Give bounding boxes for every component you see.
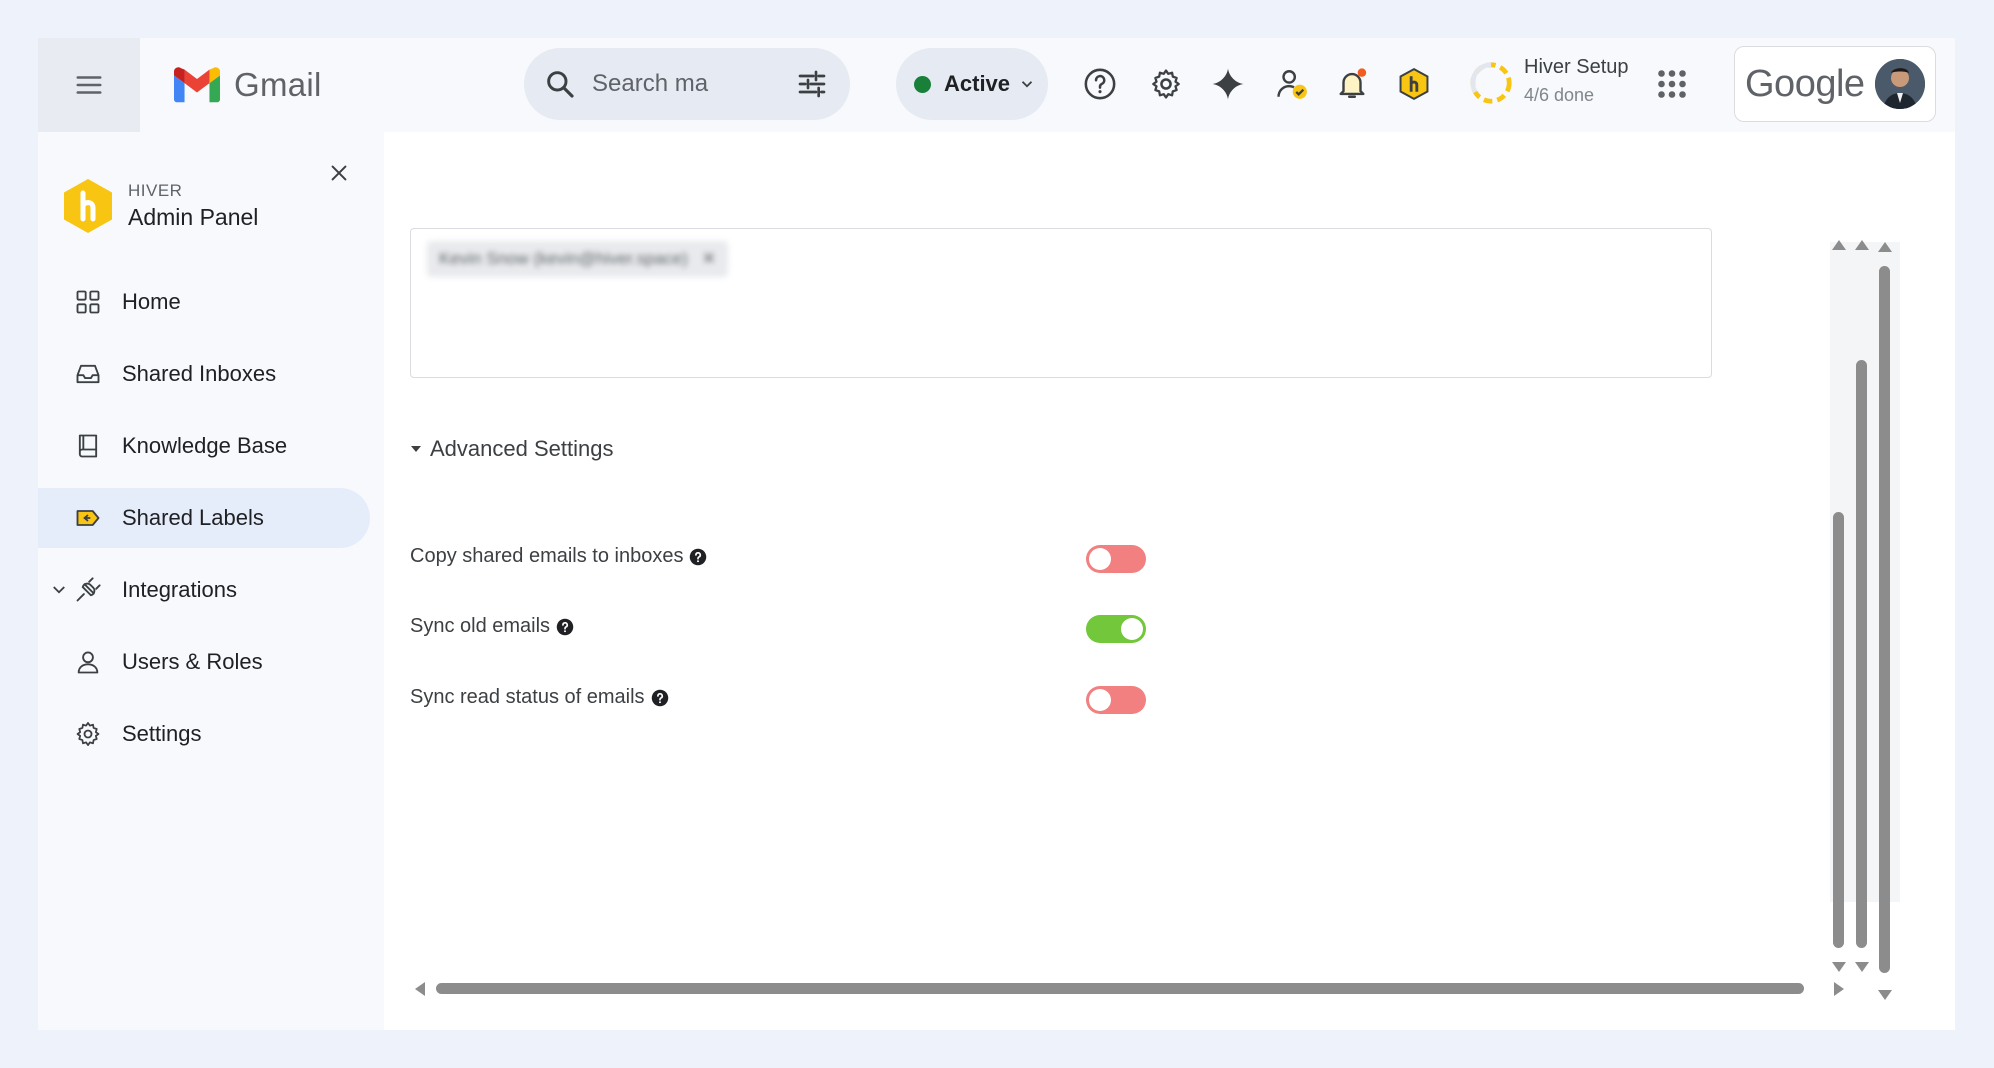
status-dropdown[interactable]: Active (896, 48, 1048, 120)
scroll-down-arrow[interactable] (1878, 990, 1892, 1000)
bell-icon (1339, 68, 1367, 98)
brand-subtitle: HIVER (128, 181, 183, 200)
caret-down-icon (411, 446, 421, 452)
copy-shared-emails-toggle[interactable] (1086, 545, 1146, 573)
vertical-scrollbar-thumb-2[interactable] (1856, 360, 1867, 948)
scroll-down-arrow[interactable] (1832, 962, 1846, 972)
hiver-brand: HIVER Admin Panel (62, 178, 258, 234)
search-input[interactable]: Search ma (592, 70, 796, 98)
toggle-knob (1089, 548, 1111, 570)
sidebar-item-label: Knowledge Base (122, 433, 288, 458)
close-icon[interactable] (328, 162, 350, 184)
gear-icon (1152, 69, 1180, 99)
advanced-settings-toggle[interactable]: Advanced Settings (410, 436, 613, 462)
horizontal-scrollbar-thumb[interactable] (436, 983, 1804, 994)
hiver-logo-icon (64, 179, 112, 233)
sidebar-item-label: Settings (122, 721, 202, 746)
sidebar-item-integrations[interactable]: Integrations (38, 560, 370, 620)
scroll-down-arrow[interactable] (1855, 962, 1869, 972)
setup-progress-text: 4/6 done (1524, 85, 1595, 105)
vertical-scrollbar-thumb-1[interactable] (1833, 512, 1844, 948)
app-window: Gmail Search ma Active Hiver Setup 4/6 d… (38, 38, 1955, 1030)
notifications-button[interactable] (1334, 66, 1370, 102)
sidebar-item-knowledge-base[interactable]: Knowledge Base (38, 416, 370, 476)
inbox-icon (76, 364, 100, 384)
panel-title: Admin Panel (128, 204, 259, 230)
members-input[interactable]: Kevin Snow (kevin@hiver.space) ✕ (410, 228, 1712, 378)
plug-icon (76, 577, 101, 602)
remove-chip-icon[interactable]: ✕ (702, 249, 716, 269)
vertical-scrollbar-thumb-3[interactable] (1879, 266, 1890, 973)
chevron-down-icon[interactable] (50, 581, 68, 599)
sidebar-nav: Home Shared Inboxes Knowledge Base Share… (38, 272, 382, 776)
setup-progress[interactable]: Hiver Setup 4/6 done (1524, 56, 1629, 106)
sparkle-icon (1212, 68, 1244, 100)
avatar-image (1874, 59, 1925, 109)
main-menu-button[interactable] (38, 38, 140, 132)
scroll-up-arrow[interactable] (1832, 240, 1846, 250)
scroll-up-arrow[interactable] (1855, 240, 1869, 250)
setting-sync-read-status: Sync read status of emails (410, 686, 669, 709)
google-account-button[interactable]: Google (1734, 46, 1936, 122)
help-circle-icon[interactable] (689, 548, 707, 566)
sidebar-item-home[interactable]: Home (38, 272, 370, 332)
toggle-knob (1121, 618, 1143, 640)
chevron-down-icon (1021, 81, 1033, 88)
scroll-left-arrow[interactable] (415, 982, 425, 996)
sidebar-item-shared-inboxes[interactable]: Shared Inboxes (38, 344, 370, 404)
toggle-knob (1089, 689, 1111, 711)
setup-title: Hiver Setup (1524, 56, 1629, 78)
setup-progress-ring[interactable] (1468, 60, 1514, 106)
user-check-icon (1277, 70, 1307, 99)
sidebar-item-label: Users & Roles (122, 649, 263, 674)
search-bar[interactable]: Search ma (524, 48, 850, 120)
gear-icon (76, 722, 100, 746)
sync-read-status-toggle[interactable] (1086, 686, 1146, 714)
scroll-right-arrow[interactable] (1834, 982, 1844, 996)
member-chip-label: Kevin Snow (kevin@hiver.space) (439, 249, 688, 268)
apps-grid-icon[interactable] (1654, 66, 1690, 102)
status-dot (914, 75, 931, 93)
help-button[interactable] (1082, 66, 1118, 102)
setting-label: Sync read status of emails (410, 686, 645, 708)
gmail-logo-icon (174, 67, 220, 103)
setting-copy-shared-emails: Copy shared emails to inboxes (410, 545, 707, 568)
book-icon (78, 434, 98, 458)
help-circle-icon[interactable] (651, 689, 669, 707)
help-icon (1084, 68, 1116, 100)
status-label: Active (944, 71, 1011, 96)
gemini-button[interactable] (1210, 66, 1246, 102)
google-logo: Google (1745, 62, 1865, 105)
main-content: Kevin Snow (kevin@hiver.space) ✕ Advance… (384, 132, 1955, 1030)
gmail-logo[interactable]: Gmail (174, 66, 322, 104)
filter-icon[interactable] (796, 68, 828, 100)
sidebar-item-shared-labels[interactable]: Shared Labels (38, 488, 370, 548)
sidebar-item-label: Integrations (122, 577, 237, 602)
advanced-settings-label: Advanced Settings (430, 436, 614, 461)
help-circle-icon[interactable] (556, 618, 574, 636)
menu-icon (76, 76, 102, 94)
admin-sidebar: HIVER Admin Panel Home Shared Inboxes Kn… (38, 132, 382, 1030)
member-chip[interactable]: Kevin Snow (kevin@hiver.space) ✕ (427, 241, 729, 277)
sidebar-item-label: Shared Inboxes (122, 361, 277, 386)
hiver-icon (1399, 67, 1429, 101)
user-icon (77, 651, 99, 674)
sidebar-item-label: Shared Labels (122, 505, 264, 530)
setting-label: Sync old emails (410, 615, 551, 637)
label-icon (76, 510, 100, 526)
sidebar-item-settings[interactable]: Settings (38, 704, 370, 764)
sidebar-item-users-roles[interactable]: Users & Roles (38, 632, 370, 692)
user-status-button[interactable] (1274, 66, 1310, 102)
hiver-button[interactable] (1396, 66, 1432, 102)
avatar[interactable] (1874, 59, 1925, 109)
sync-old-emails-toggle[interactable] (1086, 615, 1146, 643)
search-icon[interactable] (544, 68, 576, 100)
setting-label: Copy shared emails to inboxes (410, 545, 684, 567)
scroll-up-arrow[interactable] (1878, 242, 1892, 252)
setting-sync-old-emails: Sync old emails (410, 615, 574, 638)
grid-icon (76, 290, 100, 314)
gmail-wordmark: Gmail (234, 66, 322, 103)
settings-button[interactable] (1148, 66, 1184, 102)
sidebar-item-label: Home (122, 289, 181, 314)
